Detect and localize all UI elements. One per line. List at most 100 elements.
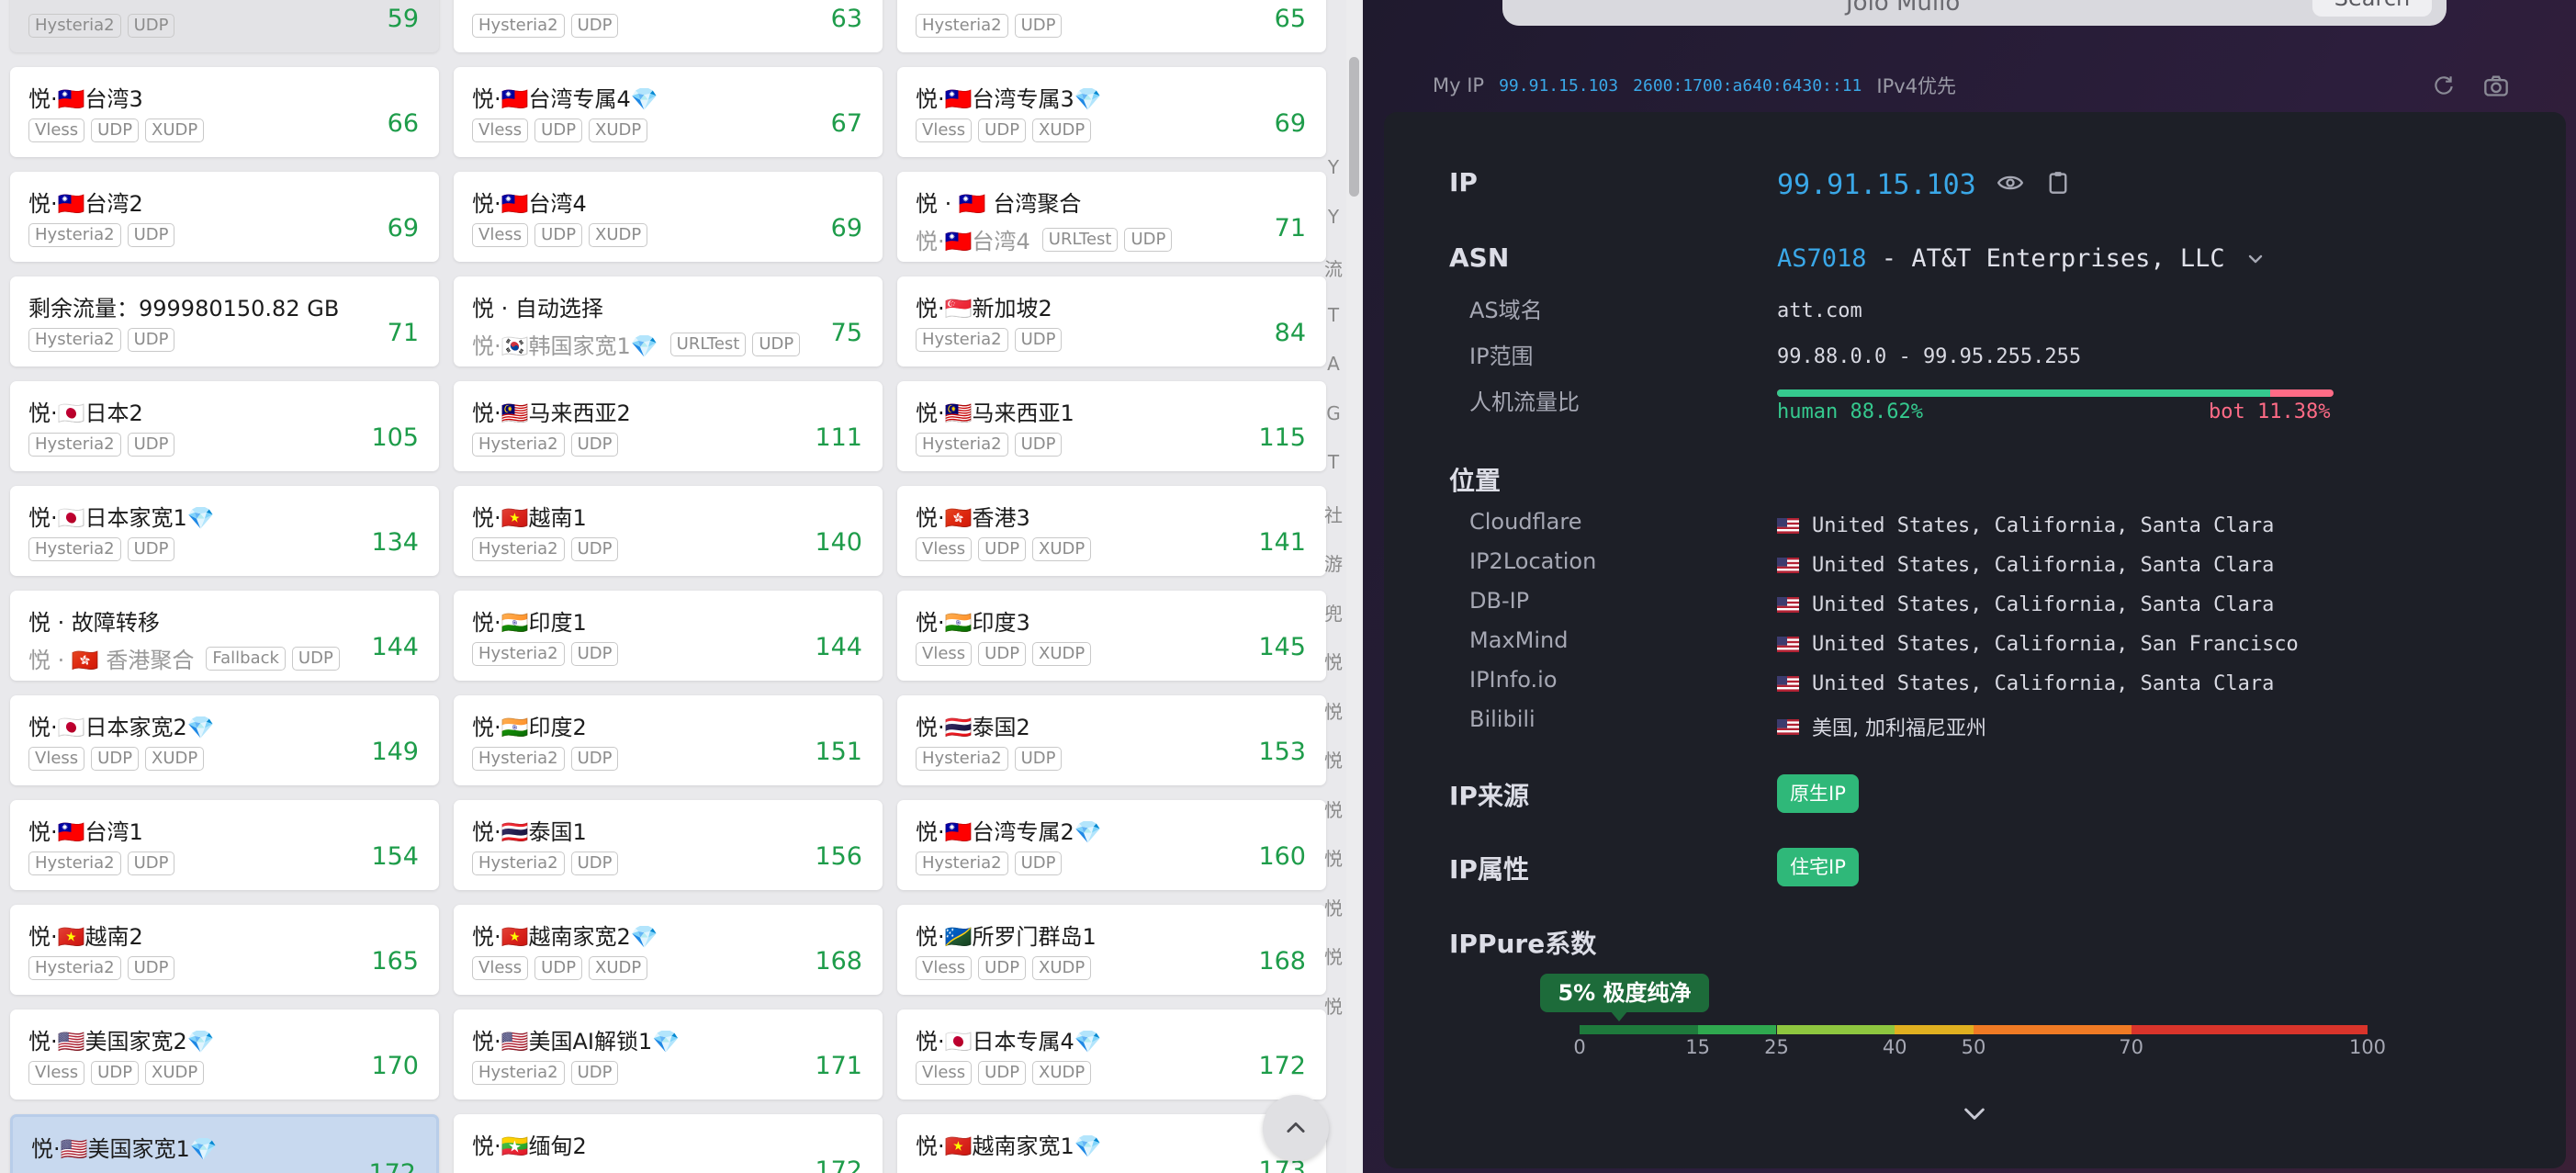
proxy-node-card[interactable]: 悦·🇸🇧所罗门群岛1 Vless UDP XUDP 168 (897, 905, 1326, 995)
proxy-node-card[interactable]: 悦·🇻🇳越南家宽2💎 Vless UDP XUDP 168 (454, 905, 883, 995)
group-index-item[interactable]: 悦 (1321, 697, 1346, 747)
proxy-delay[interactable]: 75 (831, 319, 862, 347)
proxy-node-card[interactable]: 悦·🇸🇬新加坡2 Hysteria2 UDP 84 (897, 276, 1326, 367)
proxy-node-card[interactable]: 悦·🇯🇵日本专属4💎 Vless UDP XUDP 172 (897, 1009, 1326, 1100)
group-index-bar[interactable]: YY流TAGT社游兜悦悦悦悦悦悦悦悦 (1321, 156, 1346, 1041)
proxy-node-card[interactable]: 悦·🇲🇾马来西亚2 Hysteria2 UDP 111 (454, 381, 883, 471)
proxy-delay[interactable]: 134 (371, 528, 419, 557)
proxy-node-card[interactable]: 悦·🇲🇲缅甸2 172 (454, 1114, 883, 1173)
group-index-item[interactable]: 悦 (1321, 894, 1346, 943)
proxy-node-card[interactable]: 剩余流量：999980150.82 GB Hysteria2 UDP 71 (10, 276, 439, 367)
group-index-item[interactable]: A (1321, 353, 1346, 402)
proxy-delay[interactable]: 154 (371, 842, 419, 871)
proxy-delay[interactable]: 145 (1258, 633, 1306, 661)
search-button[interactable]: Search (2312, 0, 2432, 17)
proxy-node-card[interactable]: 悦·🇹🇭泰国1 Hysteria2 UDP 156 (454, 800, 883, 890)
proxy-node-card[interactable]: 悦·🇭🇰香港3 Vless UDP XUDP 141 (897, 486, 1326, 576)
proxy-node-card[interactable]: 悦·🇮🇳印度3 Vless UDP XUDP 145 (897, 591, 1326, 681)
proxy-delay[interactable]: 153 (1258, 738, 1306, 766)
my-ipv6[interactable]: 2600:1700:a640:6430::11 (1633, 76, 1862, 96)
proxy-delay[interactable]: 84 (1275, 319, 1306, 347)
proxy-node-card[interactable]: 悦·🇺🇸美国AI解锁1💎 Hysteria2 UDP 171 (454, 1009, 883, 1100)
group-index-item[interactable]: T (1321, 304, 1346, 354)
proxy-node-card[interactable]: 悦·🇺🇸美国家宽2💎 Vless UDP XUDP 170 (10, 1009, 439, 1100)
group-index-item[interactable]: 悦 (1321, 746, 1346, 795)
group-index-item[interactable]: 悦 (1321, 844, 1346, 894)
proxy-node-card[interactable]: 悦·🇮🇳印度1 Hysteria2 UDP 144 (454, 591, 883, 681)
search-input[interactable] (1502, 0, 2447, 26)
proxy-delay[interactable]: 156 (815, 842, 862, 871)
group-index-item[interactable]: 悦 (1321, 648, 1346, 697)
scroll-to-top-button[interactable] (1263, 1095, 1329, 1161)
proxy-delay[interactable]: 65 (1275, 5, 1306, 33)
proxy-node-card[interactable]: 悦·🇹🇼台湾2 Hysteria2 UDP 69 (10, 172, 439, 262)
proxy-delay[interactable]: 111 (815, 423, 862, 452)
proxy-delay[interactable]: 63 (831, 5, 862, 33)
proxy-node-card[interactable]: 悦·🇯🇵日本家宽2💎 Vless UDP XUDP 149 (10, 695, 439, 785)
group-index-item[interactable]: 悦 (1321, 942, 1346, 992)
proxy-delay[interactable]: 172 (815, 1156, 862, 1173)
clipboard-icon[interactable] (2048, 171, 2068, 195)
group-index-item[interactable]: 悦 (1321, 795, 1346, 845)
proxy-delay[interactable]: 144 (371, 633, 419, 661)
proxy-node-card[interactable]: 悦·🇹🇼台湾1 Hysteria2 UDP 154 (10, 800, 439, 890)
group-index-item[interactable]: Y (1321, 206, 1346, 255)
proxy-node-card[interactable]: 悦·🇻🇳越南1 Hysteria2 UDP 140 (454, 486, 883, 576)
proxy-node-card[interactable]: 悦·🇯🇵日本2 Hysteria2 UDP 105 (10, 381, 439, 471)
ip-value[interactable]: 99.91.15.103 (1777, 169, 1976, 201)
proxy-delay[interactable]: 141 (1258, 528, 1306, 557)
group-index-item[interactable]: T (1321, 451, 1346, 501)
proxy-delay[interactable]: 69 (388, 214, 419, 242)
proxy-delay[interactable]: 67 (831, 109, 862, 138)
proxy-node-card[interactable]: 悦·🇺🇸美国家宽1💎 172 (10, 1114, 439, 1173)
my-ipv4[interactable]: 99.91.15.103 (1499, 76, 1618, 96)
proxy-node-card[interactable]: Hysteria2 UDP 65 (897, 0, 1326, 52)
proxy-node-card[interactable]: 悦·🇹🇭泰国2 Hysteria2 UDP 153 (897, 695, 1326, 785)
proxy-delay[interactable]: 171 (815, 1052, 862, 1080)
proxy-node-card[interactable]: 悦 · 自动选择 悦·🇰🇷韩国家宽1💎 URLTest UDP 75 (454, 276, 883, 367)
group-index-item[interactable]: 兜 (1321, 599, 1346, 649)
proxy-node-card[interactable]: 悦·🇻🇳越南家宽1💎 173 (897, 1114, 1326, 1173)
proxy-node-card[interactable]: Hysteria2 UDP 59 (10, 0, 439, 52)
proxy-delay[interactable]: 59 (388, 5, 419, 33)
group-index-item[interactable]: Y (1321, 156, 1346, 206)
proxy-delay[interactable]: 168 (1258, 947, 1306, 976)
proxy-delay[interactable]: 170 (371, 1052, 419, 1080)
proxy-delay[interactable]: 172 (1258, 1052, 1306, 1080)
proxy-delay[interactable]: 160 (1258, 842, 1306, 871)
proxy-node-card[interactable]: 悦·🇻🇳越南2 Hysteria2 UDP 165 (10, 905, 439, 995)
proxy-delay[interactable]: 69 (1275, 109, 1306, 138)
camera-icon[interactable] (2483, 73, 2509, 97)
proxy-delay[interactable]: 71 (1275, 214, 1306, 242)
asn-number[interactable]: AS7018 (1777, 244, 1867, 273)
eye-icon[interactable] (1997, 173, 2023, 193)
proxy-delay[interactable]: 144 (815, 633, 862, 661)
group-index-item[interactable]: 社 (1321, 501, 1346, 550)
proxy-delay[interactable]: 105 (371, 423, 419, 452)
group-index-item[interactable]: G (1321, 402, 1346, 452)
proxy-delay[interactable]: 172 (368, 1159, 416, 1173)
proxy-node-card[interactable]: 悦·🇹🇼台湾专属3💎 Vless UDP XUDP 69 (897, 67, 1326, 157)
proxy-delay[interactable]: 140 (815, 528, 862, 557)
proxy-delay[interactable]: 69 (831, 214, 862, 242)
proxy-delay[interactable]: 66 (388, 109, 419, 138)
proxy-node-card[interactable]: 悦·🇹🇼台湾专属2💎 Hysteria2 UDP 160 (897, 800, 1326, 890)
proxy-node-card[interactable]: 悦·🇲🇾马来西亚1 Hysteria2 UDP 115 (897, 381, 1326, 471)
group-index-item[interactable]: 游 (1321, 549, 1346, 599)
chevron-down-icon[interactable] (2244, 248, 2267, 270)
group-index-item[interactable]: 流 (1321, 254, 1346, 304)
proxy-node-card[interactable]: 悦·🇹🇼台湾4 Vless UDP XUDP 69 (454, 172, 883, 262)
proxy-delay[interactable]: 151 (815, 738, 862, 766)
proxy-delay[interactable]: 115 (1258, 423, 1306, 452)
proxy-node-card[interactable]: Hysteria2 UDP 63 (454, 0, 883, 52)
proxy-delay[interactable]: 149 (371, 738, 419, 766)
refresh-icon[interactable] (2432, 73, 2456, 97)
proxy-delay[interactable]: 71 (388, 319, 419, 347)
proxy-node-card[interactable]: 悦·🇯🇵日本家宽1💎 Hysteria2 UDP 134 (10, 486, 439, 576)
proxy-delay[interactable]: 165 (371, 947, 419, 976)
proxy-node-card[interactable]: 悦 · 故障转移悦 · 🇭🇰 香港聚合 Fallback UDP 144 (10, 591, 439, 681)
proxy-delay[interactable]: 168 (815, 947, 862, 976)
proxy-node-card[interactable]: 悦 · 🇹🇼 台湾聚合 悦·🇹🇼台湾4 URLTest UDP 71 (897, 172, 1326, 262)
proxy-node-card[interactable]: 悦·🇹🇼台湾专属4💎 Vless UDP XUDP 67 (454, 67, 883, 157)
proxy-node-card[interactable]: 悦·🇮🇳印度2 Hysteria2 UDP 151 (454, 695, 883, 785)
